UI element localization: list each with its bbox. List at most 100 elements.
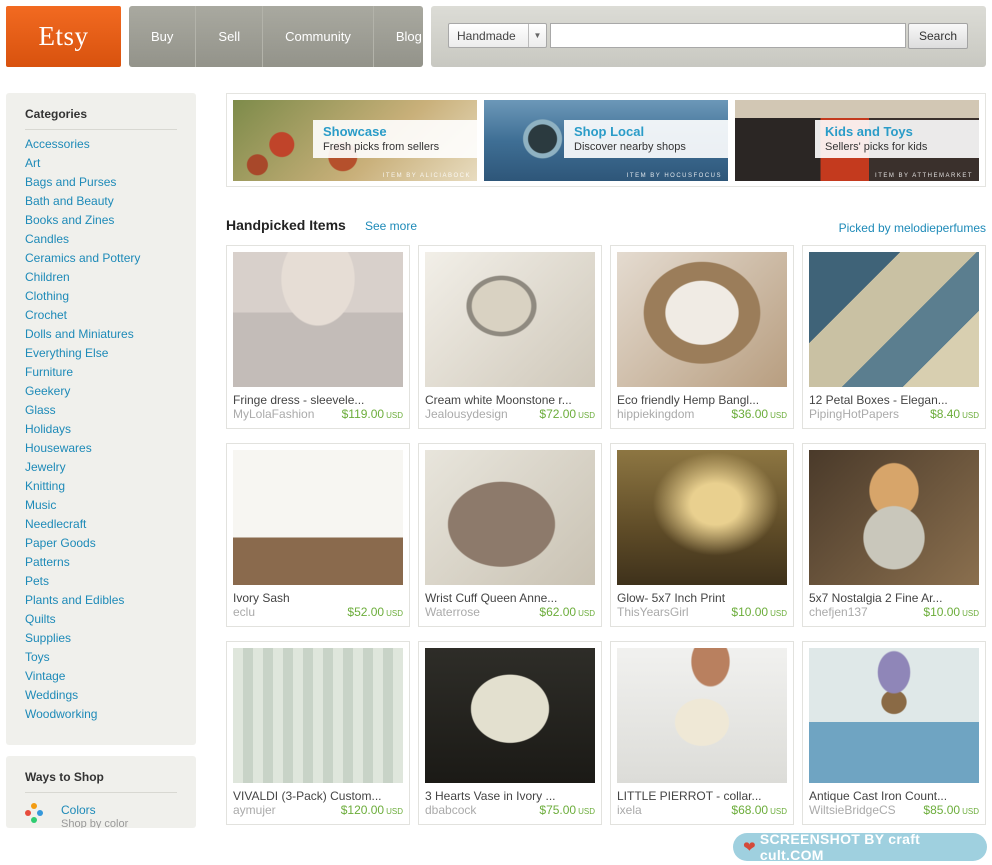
banner-kids-toys[interactable]: Kids and Toys Sellers' picks for kids IT… xyxy=(735,100,979,181)
item-card[interactable]: Eco friendly Hemp Bangl... hippiekingdom… xyxy=(610,245,794,429)
category-link[interactable]: Clothing xyxy=(25,287,177,306)
banner-shop-local[interactable]: Shop Local Discover nearby shops ITEM BY… xyxy=(484,100,728,181)
category-link[interactable]: Plants and Edibles xyxy=(25,591,177,610)
category-link[interactable]: Bags and Purses xyxy=(25,173,177,192)
category-link[interactable]: Geekery xyxy=(25,382,177,401)
category-link[interactable]: Furniture xyxy=(25,363,177,382)
category-link[interactable]: Art xyxy=(25,154,177,173)
item-title[interactable]: Ivory Sash xyxy=(233,591,403,605)
item-image[interactable] xyxy=(809,648,979,783)
item-title[interactable]: 12 Petal Boxes - Elegan... xyxy=(809,393,979,407)
item-price: $8.40 USD xyxy=(930,407,979,423)
ways-colors-label[interactable]: Colors xyxy=(61,803,128,817)
category-link[interactable]: Music xyxy=(25,496,177,515)
item-image[interactable] xyxy=(809,252,979,387)
item-shop[interactable]: PipingHotPapers xyxy=(809,407,899,423)
banner-showcase-title: Showcase xyxy=(323,124,387,139)
search-input[interactable] xyxy=(550,23,906,48)
search-button[interactable]: Search xyxy=(908,23,968,49)
category-link[interactable]: Everything Else xyxy=(25,344,177,363)
item-image[interactable] xyxy=(233,252,403,387)
item-image[interactable] xyxy=(809,450,979,585)
nav-buy[interactable]: Buy xyxy=(129,6,197,67)
item-image[interactable] xyxy=(233,648,403,783)
item-price-currency: USD xyxy=(770,807,787,816)
category-link[interactable]: Needlecraft xyxy=(25,515,177,534)
item-title[interactable]: Eco friendly Hemp Bangl... xyxy=(617,393,787,407)
category-link[interactable]: Paper Goods xyxy=(25,534,177,553)
item-title[interactable]: 3 Hearts Vase in Ivory ... xyxy=(425,789,595,803)
category-link[interactable]: Housewares xyxy=(25,439,177,458)
item-shop[interactable]: aymujer xyxy=(233,803,276,819)
category-link[interactable]: Bath and Beauty xyxy=(25,192,177,211)
item-card[interactable]: Wrist Cuff Queen Anne... Waterrose $62.00… xyxy=(418,443,602,627)
category-link[interactable]: Dolls and Miniatures xyxy=(25,325,177,344)
category-link[interactable]: Toys xyxy=(25,648,177,667)
item-image[interactable] xyxy=(425,648,595,783)
category-link[interactable]: Vintage xyxy=(25,667,177,686)
picked-by-link[interactable]: Picked by melodieperfumes xyxy=(839,221,986,235)
item-card[interactable]: 3 Hearts Vase in Ivory ... dbabcock $75.0… xyxy=(418,641,602,825)
item-image[interactable] xyxy=(233,450,403,585)
item-shop[interactable]: Waterrose xyxy=(425,605,480,621)
item-shop[interactable]: WiltsieBridgeCS xyxy=(809,803,896,819)
item-title[interactable]: Wrist Cuff Queen Anne... xyxy=(425,591,595,605)
category-link[interactable]: Woodworking xyxy=(25,705,177,724)
item-image[interactable] xyxy=(425,450,595,585)
category-link[interactable]: Books and Zines xyxy=(25,211,177,230)
category-link[interactable]: Candles xyxy=(25,230,177,249)
item-shop[interactable]: dbabcock xyxy=(425,803,476,819)
category-link[interactable]: Glass xyxy=(25,401,177,420)
item-meta: Jealousydesign $72.00 USD xyxy=(425,407,595,423)
item-card[interactable]: Fringe dress - sleevele... MyLolaFashion… xyxy=(226,245,410,429)
ways-colors-item[interactable]: Colors Shop by color xyxy=(25,803,177,828)
item-title[interactable]: Antique Cast Iron Count... xyxy=(809,789,979,803)
item-title[interactable]: Fringe dress - sleevele... xyxy=(233,393,403,407)
nav-sell[interactable]: Sell xyxy=(196,6,264,67)
item-title[interactable]: LITTLE PIERROT - collar... xyxy=(617,789,787,803)
category-link[interactable]: Weddings xyxy=(25,686,177,705)
category-link[interactable]: Accessories xyxy=(25,135,177,154)
category-link[interactable]: Quilts xyxy=(25,610,177,629)
item-card[interactable]: VIVALDI (3-Pack) Custom... aymujer $120.0… xyxy=(226,641,410,825)
search-category-select[interactable]: Handmade ▼ xyxy=(448,23,547,48)
item-price-currency: USD xyxy=(578,411,595,420)
item-shop[interactable]: chefjen137 xyxy=(809,605,868,621)
item-image[interactable] xyxy=(425,252,595,387)
item-image[interactable] xyxy=(617,648,787,783)
item-card[interactable]: 12 Petal Boxes - Elegan... PipingHotPape… xyxy=(802,245,986,429)
item-card[interactable]: Antique Cast Iron Count... WiltsieBridge… xyxy=(802,641,986,825)
category-link[interactable]: Supplies xyxy=(25,629,177,648)
category-link[interactable]: Holidays xyxy=(25,420,177,439)
item-image[interactable] xyxy=(617,450,787,585)
category-link[interactable]: Jewelry xyxy=(25,458,177,477)
item-title[interactable]: Cream white Moonstone r... xyxy=(425,393,595,407)
item-card[interactable]: Glow- 5x7 Inch Print ThisYearsGirl $10.00… xyxy=(610,443,794,627)
item-card[interactable]: LITTLE PIERROT - collar... ixela $68.00 US… xyxy=(610,641,794,825)
item-card[interactable]: Cream white Moonstone r... Jealousydesig… xyxy=(418,245,602,429)
item-title[interactable]: Glow- 5x7 Inch Print xyxy=(617,591,787,605)
item-shop[interactable]: ixela xyxy=(617,803,642,819)
chevron-down-icon[interactable]: ▼ xyxy=(528,24,546,47)
banner-showcase[interactable]: Showcase Fresh picks from sellers ITEM B… xyxy=(233,100,477,181)
category-link[interactable]: Crochet xyxy=(25,306,177,325)
item-shop[interactable]: Jealousydesign xyxy=(425,407,508,423)
item-shop[interactable]: eclu xyxy=(233,605,255,621)
category-link[interactable]: Knitting xyxy=(25,477,177,496)
category-link[interactable]: Pets xyxy=(25,572,177,591)
item-card[interactable]: 5x7 Nostalgia 2 Fine Ar... chefjen137 $10… xyxy=(802,443,986,627)
nav-community[interactable]: Community xyxy=(263,6,374,67)
category-link[interactable]: Ceramics and Pottery xyxy=(25,249,177,268)
etsy-logo[interactable]: Etsy xyxy=(6,6,121,67)
item-title[interactable]: VIVALDI (3-Pack) Custom... xyxy=(233,789,403,803)
see-more-link[interactable]: See more xyxy=(365,219,417,233)
category-link[interactable]: Patterns xyxy=(25,553,177,572)
item-shop[interactable]: hippiekingdom xyxy=(617,407,694,423)
item-shop[interactable]: MyLolaFashion xyxy=(233,407,314,423)
item-title[interactable]: 5x7 Nostalgia 2 Fine Ar... xyxy=(809,591,979,605)
item-shop[interactable]: ThisYearsGirl xyxy=(617,605,689,621)
item-card[interactable]: Ivory Sash eclu $52.00 USD xyxy=(226,443,410,627)
category-link[interactable]: Children xyxy=(25,268,177,287)
item-price-currency: USD xyxy=(578,609,595,618)
item-image[interactable] xyxy=(617,252,787,387)
